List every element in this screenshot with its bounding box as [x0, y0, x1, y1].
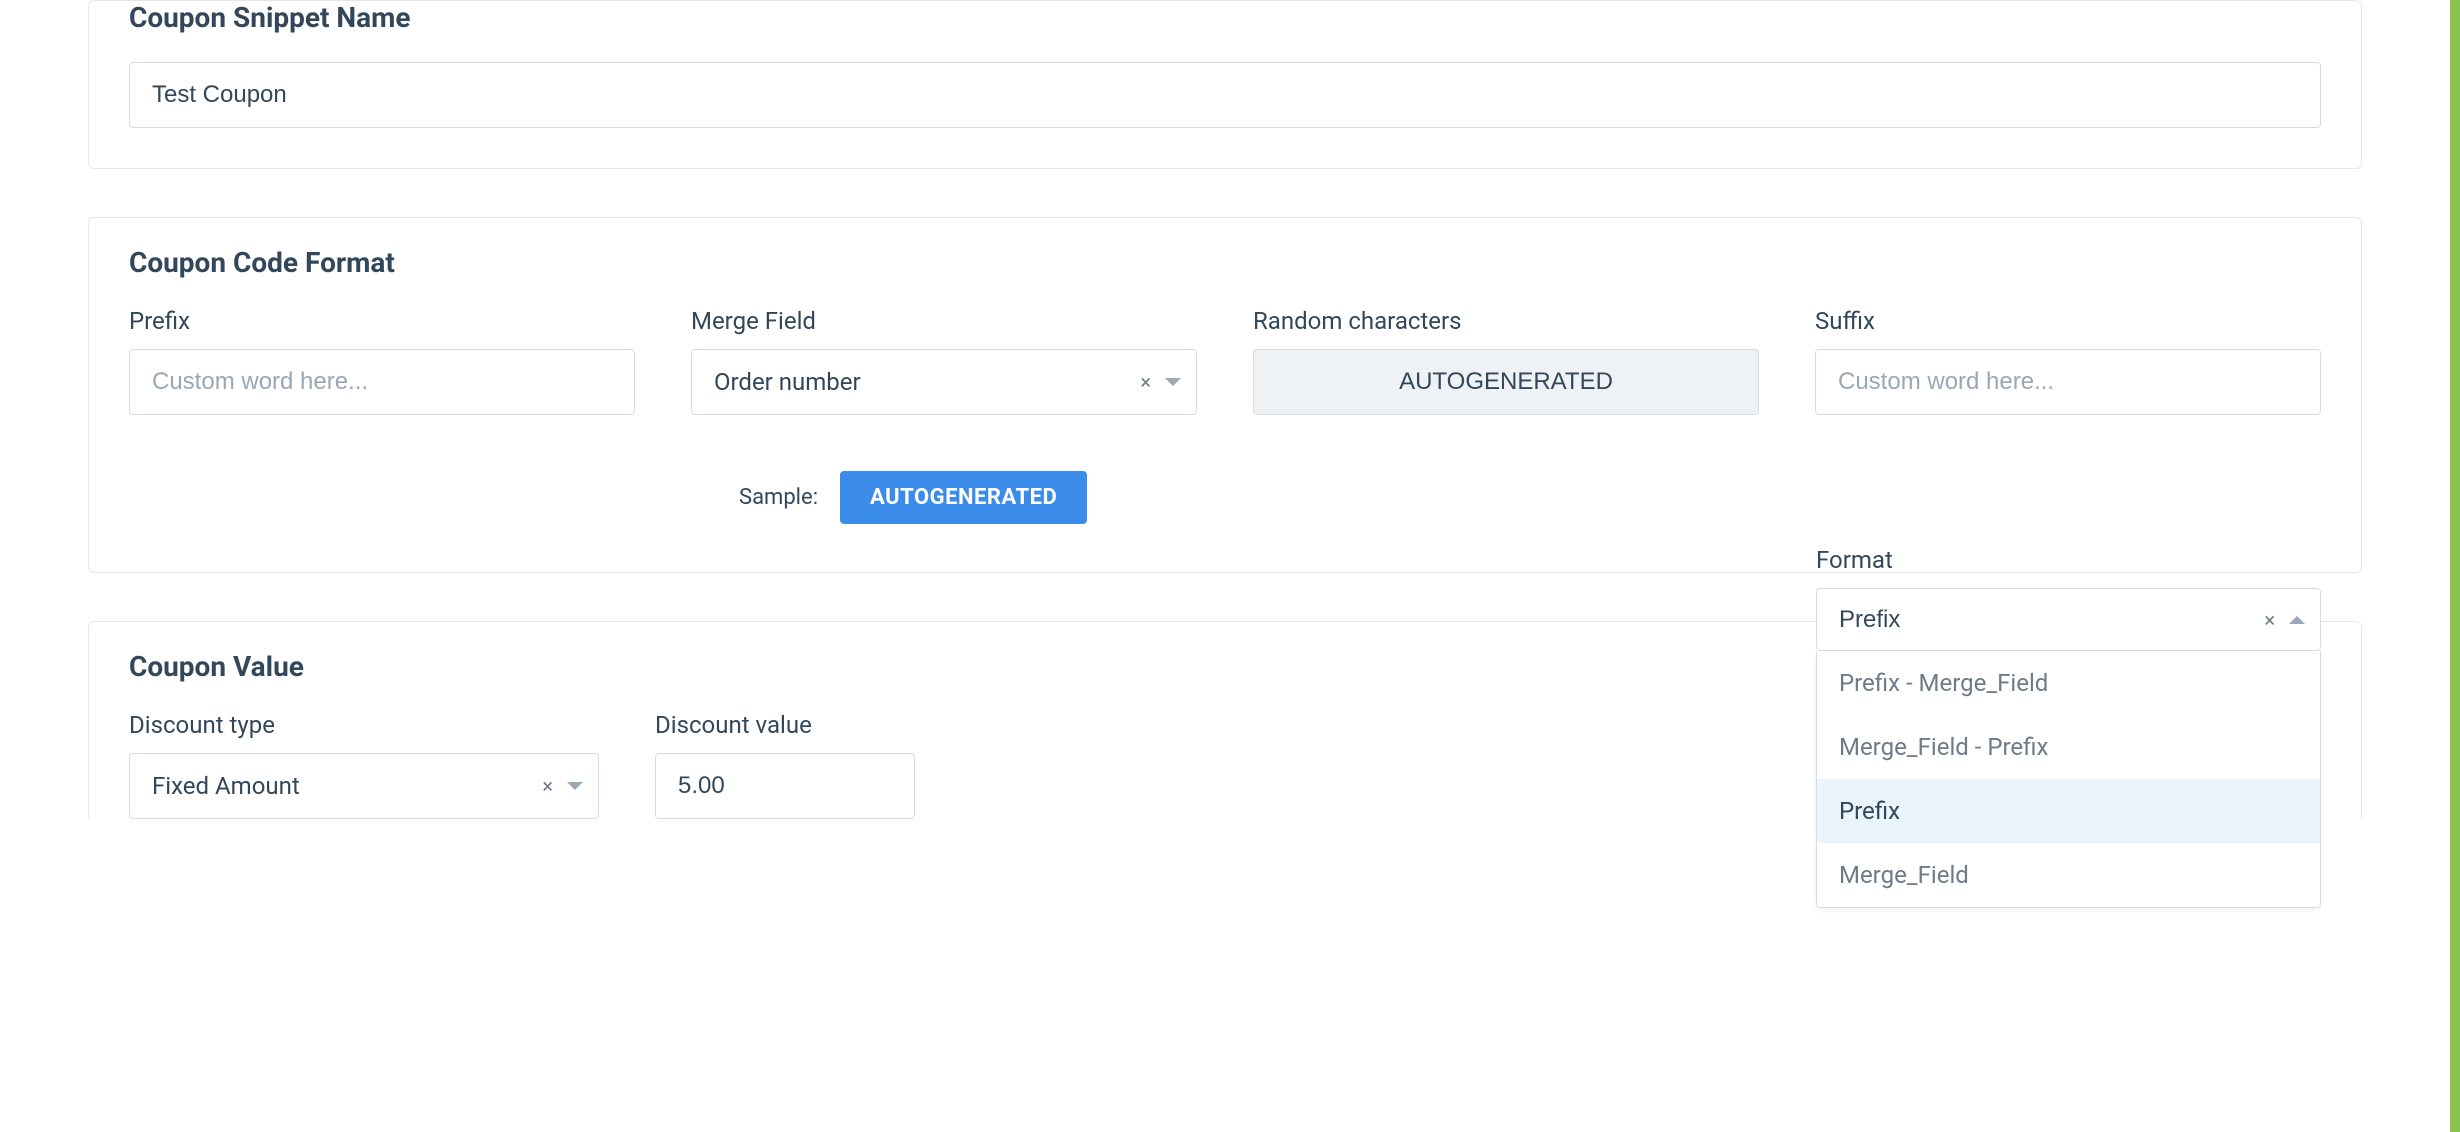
prefix-field: Prefix	[129, 307, 635, 415]
clear-icon[interactable]: ×	[2264, 610, 2275, 630]
clear-icon[interactable]: ×	[542, 776, 553, 796]
coupon-code-format-title: Coupon Code Format	[129, 246, 2321, 279]
chevron-up-icon[interactable]	[2289, 616, 2305, 624]
suffix-field: Suffix	[1815, 307, 2321, 415]
merge-field-value: Order number	[691, 349, 1197, 415]
discount-value-input[interactable]	[655, 753, 915, 819]
format-dropdown: Prefix - Merge_Field Merge_Field - Prefi…	[1816, 651, 2321, 908]
format-option[interactable]: Prefix	[1817, 779, 2320, 843]
format-option[interactable]: Merge_Field	[1817, 843, 2320, 907]
discount-value-field: Discount value	[655, 711, 915, 819]
discount-value-label: Discount value	[655, 711, 915, 739]
merge-field-field: Merge Field Order number ×	[691, 307, 1197, 415]
chevron-down-icon[interactable]	[567, 782, 583, 790]
merge-field-select[interactable]: Order number ×	[691, 349, 1197, 415]
sample-value-pill: AUTOGENERATED	[840, 471, 1087, 524]
discount-type-field: Discount type Fixed Amount ×	[129, 711, 599, 819]
suffix-label: Suffix	[1815, 307, 2321, 335]
random-characters-field: Random characters	[1253, 307, 1759, 415]
format-field: Format × Prefix - Merge_Field Merge_Fiel…	[1816, 546, 2321, 651]
sample-row: Sample: AUTOGENERATED	[739, 471, 2321, 524]
format-select-input[interactable]	[1839, 606, 2230, 634]
prefix-label: Prefix	[129, 307, 635, 335]
discount-type-select[interactable]: Fixed Amount ×	[129, 753, 599, 819]
format-select[interactable]: × Prefix - Merge_Field Merge_Field - Pre…	[1816, 588, 2321, 651]
coupon-code-format-card: Coupon Code Format Prefix Merge Field Or…	[88, 217, 2362, 573]
suffix-input[interactable]	[1815, 349, 2321, 415]
merge-field-label: Merge Field	[691, 307, 1197, 335]
coupon-snippet-input[interactable]	[129, 62, 2321, 128]
sample-label: Sample:	[739, 485, 818, 510]
random-characters-label: Random characters	[1253, 307, 1759, 335]
format-option[interactable]: Merge_Field - Prefix	[1817, 715, 2320, 779]
discount-type-label: Discount type	[129, 711, 599, 739]
coupon-snippet-card: Coupon Snippet Name	[88, 0, 2362, 169]
prefix-input[interactable]	[129, 349, 635, 415]
coupon-snippet-title: Coupon Snippet Name	[129, 1, 2321, 34]
clear-icon[interactable]: ×	[1140, 372, 1151, 392]
random-characters-input	[1253, 349, 1759, 415]
format-option[interactable]: Prefix - Merge_Field	[1817, 651, 2320, 715]
discount-type-value: Fixed Amount	[129, 753, 599, 819]
chevron-down-icon[interactable]	[1165, 378, 1181, 386]
format-label: Format	[1816, 546, 2321, 574]
